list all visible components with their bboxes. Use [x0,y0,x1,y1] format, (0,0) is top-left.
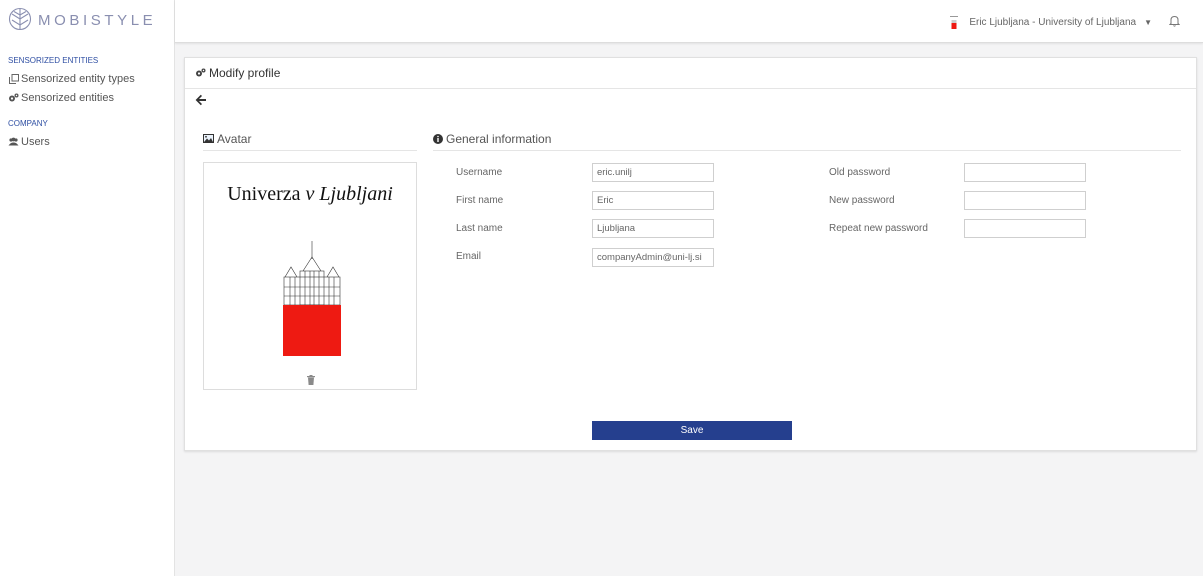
username-input[interactable] [592,163,714,182]
cogs-icon [8,92,19,103]
cogs-icon [195,68,206,78]
image-icon [203,134,214,143]
nav-section-company: COMPANY Users [0,119,174,149]
username-label: Username [456,167,503,178]
nav-section-sensorized: SENSORIZED ENTITIES Sensorized entity ty… [0,56,174,105]
last-name-input[interactable] [592,219,714,238]
sidebar-item-users[interactable]: Users [8,134,174,149]
university-logo-icon [282,241,342,359]
clone-icon [8,73,19,84]
last-name-label: Last name [456,223,503,234]
sidebar: MOBISTYLE SENSORIZED ENTITIES Sensorized… [0,0,175,576]
back-arrow-icon[interactable] [195,94,207,106]
general-info-label: General information [446,131,552,146]
sidebar-item-label: Users [21,135,50,148]
sidebar-item-sensorized-entity-types[interactable]: Sensorized entity types [8,71,174,86]
first-name-input[interactable] [592,191,714,210]
university-logo-text: Univerza v Ljubljani [227,183,393,205]
sidebar-item-label: Sensorized entity types [21,72,135,85]
info-circle-icon [433,133,443,144]
repeat-password-input[interactable] [964,219,1086,238]
email-label: Email [456,251,482,262]
new-password-label: New password [829,195,895,206]
sidebar-item-sensorized-entities[interactable]: Sensorized entities [8,90,174,105]
save-button[interactable]: Save [592,421,792,440]
page-title: Modify profile [209,66,281,80]
trash-icon[interactable] [307,375,315,385]
nav-heading-sensorized: SENSORIZED ENTITIES [8,56,99,65]
bell-icon[interactable] [1168,15,1181,30]
old-password-label: Old password [829,167,891,178]
avatar-image: Univerza v Ljubljani [203,162,417,390]
repeat-password-label: Repeat new password [829,223,928,234]
new-password-input[interactable] [964,191,1086,210]
users-icon [8,136,19,147]
brand-name: MOBISTYLE [38,11,157,29]
email-input[interactable] [592,248,714,267]
org-icon [949,15,959,30]
avatar-section-title: Avatar [203,131,417,151]
old-password-input[interactable] [964,163,1086,182]
sidebar-item-label: Sensorized entities [21,91,114,104]
first-name-label: First name [456,195,504,206]
avatar-title: Avatar [217,131,252,146]
modify-profile-panel: Modify profile Avatar General informatio… [184,57,1197,451]
general-info-title: General information [433,131,1181,151]
brand-logo[interactable]: MOBISTYLE [0,0,174,40]
user-label: Eric Ljubljana - University of Ljubljana [969,17,1137,28]
topbar: Eric Ljubljana - University of Ljubljana… [175,0,1203,43]
nav-heading-company: COMPANY [8,119,48,128]
caret-down-icon[interactable]: ▼ [1144,18,1152,27]
user-menu[interactable]: Eric Ljubljana - University of Ljubljana… [949,15,1181,30]
panel-header: Modify profile [185,58,1196,89]
mobistyle-logo-icon [8,7,32,34]
